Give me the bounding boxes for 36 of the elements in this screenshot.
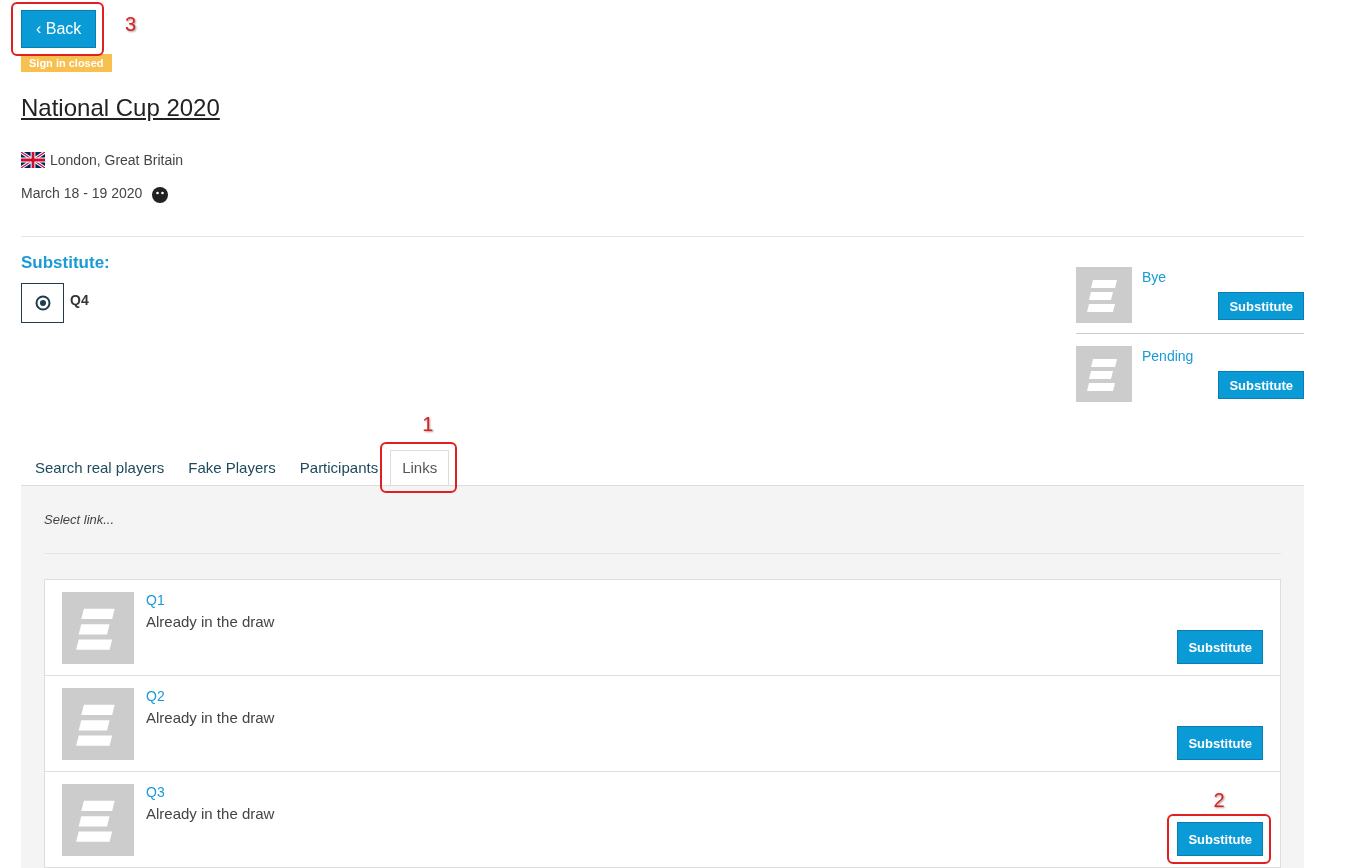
substitute-button[interactable]: Substitute xyxy=(1177,726,1263,760)
substitute-button[interactable]: Substitute xyxy=(1218,371,1304,399)
candidate-name[interactable]: Pending xyxy=(1142,348,1304,364)
logo-placeholder-icon xyxy=(62,784,134,856)
flag-icon xyxy=(21,152,45,168)
tab[interactable]: Links xyxy=(390,450,450,485)
tab[interactable]: Fake Players xyxy=(176,450,288,485)
link-status: Already in the draw xyxy=(146,613,276,630)
link-status: Already in the draw xyxy=(146,805,276,822)
tab[interactable]: Participants xyxy=(287,450,391,485)
back-button[interactable]: ‹ Back xyxy=(21,10,97,48)
logo-placeholder-icon xyxy=(62,592,134,664)
substitute-button[interactable]: Substitute xyxy=(1177,822,1263,856)
logo-placeholder-icon xyxy=(62,688,134,760)
event-dates: March 18 - 19 2020 xyxy=(21,184,143,201)
link-status: Already in the draw xyxy=(146,709,276,726)
annotation-number: 2 xyxy=(1213,790,1225,810)
link-name[interactable]: Q2 xyxy=(146,688,1263,704)
logo-placeholder-icon xyxy=(1076,267,1132,323)
substitute-heading: Substitute: xyxy=(21,253,110,273)
select-link-placeholder[interactable]: Select link... xyxy=(44,512,1281,527)
substitute-button[interactable]: Substitute xyxy=(1218,292,1304,320)
substitute-button[interactable]: Substitute xyxy=(1177,630,1263,664)
status-badge: Sign in closed xyxy=(21,54,112,72)
tab[interactable]: Search real players xyxy=(23,450,177,485)
candidate-name[interactable]: Bye xyxy=(1142,269,1304,285)
radio-icon xyxy=(34,295,51,311)
logo-placeholder-icon xyxy=(1076,346,1132,402)
annotation-number: 3 xyxy=(125,14,137,34)
event-title[interactable]: National Cup 2020 xyxy=(21,94,1304,122)
event-location: London, Great Britain xyxy=(50,152,184,168)
ball-icon xyxy=(151,186,170,204)
radio-button[interactable] xyxy=(21,283,64,323)
link-name[interactable]: Q1 xyxy=(146,592,1263,608)
annotation-number: 1 xyxy=(422,414,434,434)
player-name: Q4 xyxy=(70,292,89,308)
